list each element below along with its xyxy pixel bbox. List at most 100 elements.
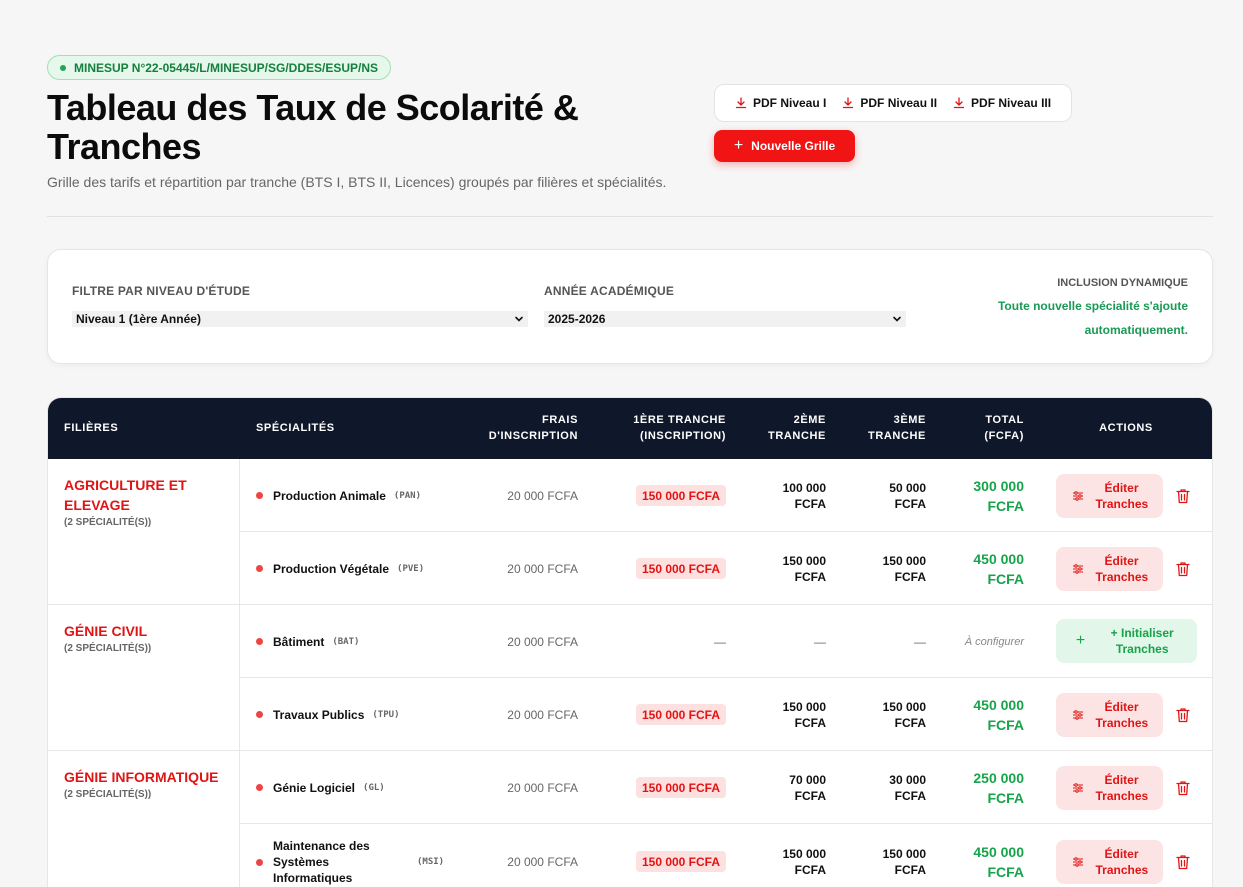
new-grid-button[interactable]: + Nouvelle Grille: [714, 130, 855, 162]
specialty-cell: Production Végétale (PVE): [256, 532, 456, 605]
initialize-tranches-button[interactable]: + + Initialiser Tranches: [1056, 619, 1197, 663]
edit-tranches-label: Éditer Tranches: [1095, 847, 1149, 877]
group-name: GÉNIE INFORMATIQUE: [64, 769, 219, 785]
chevron-down-icon: [893, 316, 901, 322]
table-row: Production Animale (PAN) 20 000 FCFA 150…: [240, 459, 1212, 532]
tranche-2: 100 000 FCFA: [782, 480, 826, 511]
specialty-name: Maintenance des Systèmes Informatiques: [273, 839, 370, 885]
pdf-export-group: PDF Niveau I PDF Niveau II PDF Niveau II…: [714, 84, 1073, 122]
group-name: AGRICULTURE ET ELEVAGE: [64, 477, 187, 513]
tranche-3: 50 000 FCFA: [889, 480, 926, 511]
trash-icon[interactable]: [1176, 707, 1190, 723]
group-cell: GÉNIE INFORMATIQUE (2 SPÉCIALITÉ(S)): [48, 751, 240, 887]
tranche-3: 30 000 FCFA: [889, 772, 926, 803]
tranche-3-empty: —: [914, 634, 926, 649]
specialty-cell: Génie Logiciel (GL): [256, 751, 456, 824]
tranche-2: 150 000 FCFA: [782, 553, 826, 584]
download-icon: [735, 97, 747, 109]
chevron-down-icon: [515, 316, 523, 322]
year-select-value: 2025-2026: [548, 312, 606, 326]
year-select[interactable]: 2025-2026: [544, 311, 906, 327]
specialty-name: Production Animale: [273, 488, 386, 503]
sliders-icon: [1072, 857, 1083, 867]
status-dot-icon: [60, 64, 66, 71]
specialty-name: Production Végétale: [273, 561, 390, 576]
edit-tranches-button[interactable]: Éditer Tranches: [1056, 547, 1163, 591]
tranche-3: 150 000 FCFA: [882, 847, 926, 877]
group-count: (2 SPÉCIALITÉ(S)): [64, 643, 152, 654]
specialty-code: (TPU): [372, 709, 400, 720]
tranche-1-badge: 150 000 FCFA: [636, 485, 726, 506]
tranche-1-badge: 150 000 FCFA: [636, 704, 726, 725]
trash-icon[interactable]: [1176, 561, 1190, 577]
tranche-2-empty: —: [814, 634, 826, 649]
total-amount: 300 000 FCFA: [973, 477, 1024, 514]
tranche-1-empty: —: [714, 634, 726, 649]
trash-icon[interactable]: [1176, 780, 1190, 796]
tranche-3: 150 000 FCFA: [882, 553, 926, 584]
inclusion-label: INCLUSION DYNAMIQUE: [1057, 277, 1188, 289]
group-name: GÉNIE CIVIL: [64, 623, 148, 639]
edit-tranches-button[interactable]: Éditer Tranches: [1056, 693, 1163, 737]
edit-tranches-button[interactable]: Éditer Tranches: [1056, 766, 1163, 810]
total-to-configure: À configurer: [964, 635, 1024, 648]
trash-icon[interactable]: [1176, 488, 1190, 504]
page-subtitle: Grille des tarifs et répartition par tra…: [47, 174, 667, 190]
level-select-value: Niveau 1 (1ère Année): [76, 312, 201, 326]
specialty-name: Bâtiment: [273, 634, 325, 649]
sliders-icon: [1072, 564, 1083, 574]
table-header: FILIÈRES SPÉCIALITÉS FRAIS D'INSCRIPTION…: [48, 398, 1212, 459]
header-t3: 3ÈME TRANCHE: [868, 414, 926, 442]
level-select[interactable]: Niveau 1 (1ère Année): [72, 311, 528, 327]
edit-tranches-button[interactable]: Éditer Tranches: [1056, 474, 1163, 518]
pdf-level-1-label: PDF Niveau I: [753, 96, 827, 110]
specialty-cell: Bâtiment (BAT): [256, 605, 456, 678]
pdf-level-3-label: PDF Niveau III: [971, 96, 1052, 110]
table-row: Travaux Publics (TPU) 20 000 FCFA 150 00…: [240, 678, 1212, 751]
plus-icon: +: [733, 137, 744, 154]
bullet-icon: [256, 858, 263, 866]
tranche-1-badge: 150 000 FCFA: [636, 777, 726, 798]
trash-icon[interactable]: [1176, 854, 1190, 870]
pdf-level-2-label: PDF Niveau II: [860, 96, 938, 110]
plus-icon: +: [1075, 632, 1086, 649]
table-row: Génie Logiciel (GL) 20 000 FCFA 150 000 …: [240, 751, 1212, 824]
tranche-2: 70 000 FCFA: [789, 772, 826, 803]
group-cell: AGRICULTURE ET ELEVAGE (2 SPÉCIALITÉ(S)): [48, 459, 240, 605]
specialty-cell: Maintenance des Systèmes Informatiques (…: [256, 824, 456, 887]
bullet-icon: [256, 784, 263, 791]
pdf-level-2-button[interactable]: PDF Niveau II: [834, 85, 945, 121]
pdf-level-3-button[interactable]: PDF Niveau III: [945, 85, 1059, 121]
registration-fee: 20 000 FCFA: [507, 780, 578, 795]
specialty-code: (BAT): [332, 636, 360, 647]
group-cell: GÉNIE CIVIL (2 SPÉCIALITÉ(S)): [48, 605, 240, 751]
registration-fee: 20 000 FCFA: [507, 634, 578, 649]
new-grid-label: Nouvelle Grille: [751, 139, 836, 153]
group-count: (2 SPÉCIALITÉ(S)): [64, 789, 152, 800]
tuition-table: FILIÈRES SPÉCIALITÉS FRAIS D'INSCRIPTION…: [47, 397, 1213, 887]
header-filieres: FILIÈRES: [64, 422, 119, 434]
total-amount: 450 000 FCFA: [973, 550, 1024, 587]
bullet-icon: [256, 711, 263, 718]
page-title: Tableau des Taux de Scolarité & Tranches: [47, 87, 579, 167]
total-amount: 450 000 FCFA: [973, 696, 1024, 733]
header-total: TOTAL (FCFA): [984, 414, 1024, 442]
edit-tranches-label: Éditer Tranches: [1095, 554, 1149, 584]
group-count: (2 SPÉCIALITÉ(S)): [64, 517, 152, 528]
edit-tranches-label: Éditer Tranches: [1095, 700, 1149, 730]
specialty-name: Travaux Publics: [273, 707, 365, 722]
specialty-code: (PAN): [393, 490, 421, 501]
table-row: Maintenance des Systèmes Informatiques (…: [240, 824, 1212, 887]
sliders-icon: [1072, 783, 1083, 793]
edit-tranches-button[interactable]: Éditer Tranches: [1056, 840, 1163, 884]
bullet-icon: [256, 492, 263, 499]
pdf-level-1-button[interactable]: PDF Niveau I: [727, 85, 834, 121]
table-row: Bâtiment (BAT) 20 000 FCFA — — — À confi…: [240, 605, 1212, 678]
specialty-code: (MSI): [417, 857, 445, 867]
license-badge: MINESUP N°22-05445/L/MINESUP/SG/DDES/ESU…: [47, 55, 392, 80]
download-icon: [843, 97, 854, 109]
registration-fee: 20 000 FCFA: [507, 707, 578, 722]
registration-fee: 20 000 FCFA: [507, 488, 578, 503]
edit-tranches-label: Éditer Tranches: [1095, 773, 1149, 803]
specialty-code: (GL): [363, 782, 385, 793]
